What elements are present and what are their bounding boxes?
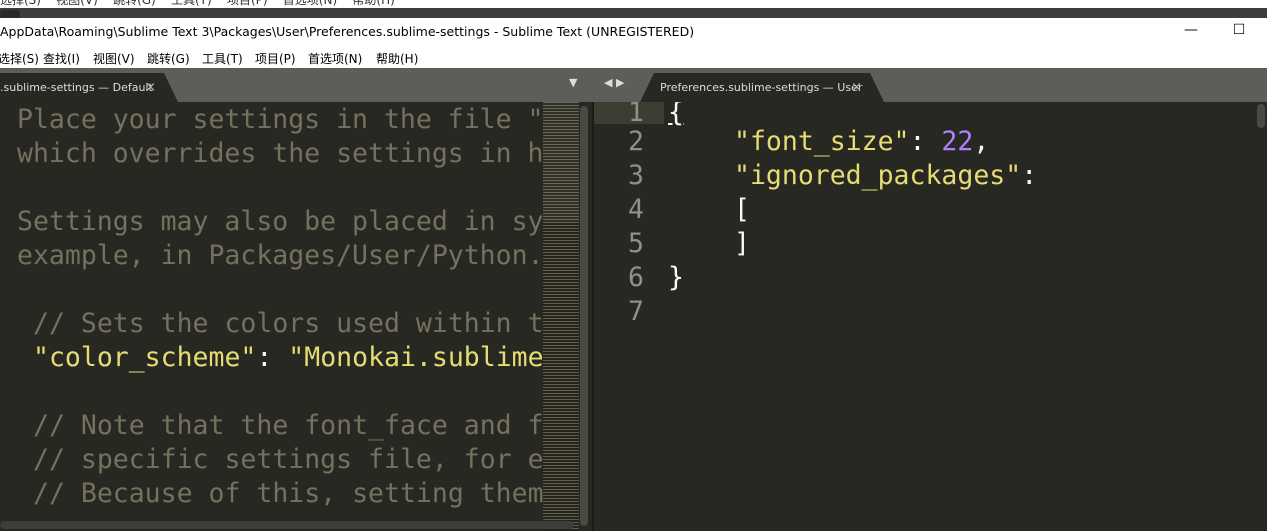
minimap-viewport[interactable] bbox=[543, 102, 579, 222]
menu-tools[interactable]: 工具(T) bbox=[202, 50, 243, 67]
menu-find[interactable]: 查找(I) bbox=[43, 50, 80, 67]
user-settings-editor[interactable]: 1 2 3 4 5 6 7 { "font_size": 22, "ignore… bbox=[594, 102, 1267, 531]
window-title: AppData\Roaming\Sublime Text 3\Packages\… bbox=[0, 24, 695, 39]
maximize-button[interactable]: ☐ bbox=[1224, 22, 1254, 44]
tab-default-settings[interactable]: .sublime-settings — Default × bbox=[0, 73, 178, 102]
tab-nav-arrows-icon[interactable]: ◀ ▶ bbox=[604, 76, 624, 89]
minimize-button[interactable]: — bbox=[1176, 22, 1206, 44]
vertical-scrollbar[interactable] bbox=[580, 106, 588, 526]
close-tab-icon[interactable]: × bbox=[145, 73, 156, 102]
tab-dropdown-icon[interactable]: ▼ bbox=[569, 76, 577, 89]
default-settings-editor[interactable]: Place your settings in the file " which … bbox=[0, 102, 592, 531]
menu-selection[interactable]: 选择(S) bbox=[0, 50, 39, 67]
menu-help[interactable]: 帮助(H) bbox=[376, 50, 418, 67]
menu-bar: 选择(S) 查找(I) 视图(V) 跳转(G) 工具(T) 项目(P) 首选项(… bbox=[0, 46, 1267, 68]
horizontal-scrollbar[interactable] bbox=[0, 521, 574, 529]
title-bar: AppData\Roaming\Sublime Text 3\Packages\… bbox=[0, 18, 1267, 46]
background-window-menu: 选择(S) 视图(V) 跳转(G) 工具(T) 项目(P) 首选项(N) 帮助(… bbox=[0, 0, 1267, 8]
taskbar-strip bbox=[0, 8, 1267, 18]
menu-goto[interactable]: 跳转(G) bbox=[147, 50, 190, 67]
vertical-scrollbar[interactable] bbox=[1257, 104, 1265, 128]
tab-user-settings[interactable]: Preferences.sublime-settings — User × bbox=[640, 73, 884, 102]
menu-view[interactable]: 视图(V) bbox=[93, 50, 135, 67]
menu-preferences[interactable]: 首选项(N) bbox=[308, 50, 362, 67]
tab-bar: .sublime-settings — Default × ▼ ◀ ▶ Pref… bbox=[0, 68, 1267, 102]
close-tab-icon[interactable]: × bbox=[851, 73, 862, 102]
menu-project[interactable]: 项目(P) bbox=[255, 50, 296, 67]
